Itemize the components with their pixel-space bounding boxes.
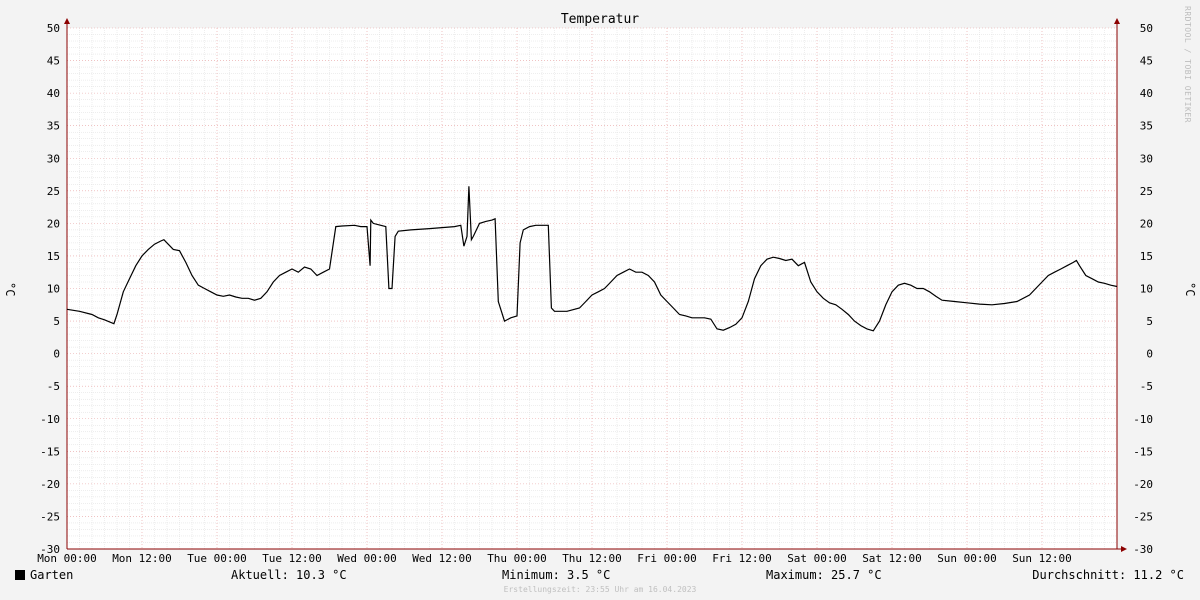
y-tick-label-left: 15 — [47, 250, 60, 263]
y-tick-label-right: 10 — [1140, 283, 1153, 296]
y-tick-label-left: 40 — [47, 87, 60, 100]
y-tick-label-right: 35 — [1140, 120, 1153, 133]
y-tick-label-left: 5 — [53, 315, 60, 328]
legend-average: Durchschnitt: 11.2 °C — [1032, 568, 1184, 582]
watermark: RRDTOOL / TOBI OETIKER — [1183, 6, 1192, 123]
y-tick-label-left: 0 — [53, 348, 60, 361]
y-tick-label-left: 30 — [47, 152, 60, 165]
y-tick-label-right: 0 — [1146, 348, 1153, 361]
y-tick-label-right: 40 — [1140, 87, 1153, 100]
y-tick-label-right: 30 — [1140, 152, 1153, 165]
y-tick-label-left: -5 — [47, 380, 60, 393]
temperature-chart: 50 5045 4540 4035 3530 3025 2520 2015 1510 105 50 0… — [37, 18, 1153, 565]
y-tick-label-left: 45 — [47, 55, 60, 68]
y-tick-label-right: 15 — [1140, 250, 1153, 263]
y-tick-label-right: -15 — [1133, 445, 1153, 458]
x-tick-label: Mon 12:00 — [112, 552, 172, 565]
y-tick-label-right: 45 — [1140, 55, 1153, 68]
legend-minimum: Minimum: 3.5 °C — [502, 568, 611, 582]
y-axis-label-right: °C — [1183, 282, 1197, 297]
y-tick-label-left: -20 — [40, 478, 60, 491]
y-tick-label-right: -30 — [1133, 543, 1153, 556]
legend-maximum: Maximum: 25.7 °C — [766, 568, 882, 582]
legend-current: Aktuell: 10.3 °C — [231, 568, 347, 582]
x-tick-label: Sat 12:00 — [862, 552, 922, 565]
y-tick-label-left: -15 — [40, 445, 60, 458]
chart-title: Temperatur — [560, 12, 640, 27]
y-tick-label-right: -5 — [1140, 380, 1153, 393]
x-tick-label: Fri 00:00 — [637, 552, 697, 565]
x-axis-arrow — [1121, 546, 1127, 552]
y-tick-label-right: -25 — [1133, 510, 1153, 523]
y-tick-label-right: -10 — [1133, 413, 1153, 426]
y-tick-label-left: 35 — [47, 120, 60, 133]
y-tick-label-right: 20 — [1140, 217, 1153, 230]
x-tick-label: Sat 00:00 — [787, 552, 847, 565]
y-tick-label-left: -25 — [40, 510, 60, 523]
y-tick-label-right: -20 — [1133, 478, 1153, 491]
x-tick-label: Mon 00:00 — [37, 552, 97, 565]
y-tick-label-left: 10 — [47, 283, 60, 296]
y-tick-label-right: 25 — [1140, 185, 1153, 198]
x-tick-label: Tue 00:00 — [187, 552, 247, 565]
legend-series: Garten — [15, 568, 73, 582]
legend-series-name: Garten — [30, 568, 74, 582]
x-tick-label: Tue 12:00 — [262, 552, 322, 565]
legend-swatch — [15, 570, 25, 580]
x-tick-label: Wed 12:00 — [412, 552, 472, 565]
x-tick-label: Thu 12:00 — [562, 552, 622, 565]
x-tick-label: Fri 12:00 — [712, 552, 772, 565]
x-tick-label: Wed 00:00 — [337, 552, 397, 565]
y-tick-label-left: 20 — [47, 217, 60, 230]
x-tick-label: Sun 12:00 — [1012, 552, 1072, 565]
y-tick-label-left: -10 — [40, 413, 60, 426]
x-tick-label: Sun 00:00 — [937, 552, 997, 565]
y-tick-label-left: 25 — [47, 185, 60, 198]
x-tick-label: Thu 00:00 — [487, 552, 547, 565]
creation-time: Erstellungszeit: 23:55 Uhr am 16.04.2023 — [503, 585, 697, 594]
y-tick-label-right: 5 — [1146, 315, 1153, 328]
y-axis-label-left: °C — [3, 282, 17, 297]
